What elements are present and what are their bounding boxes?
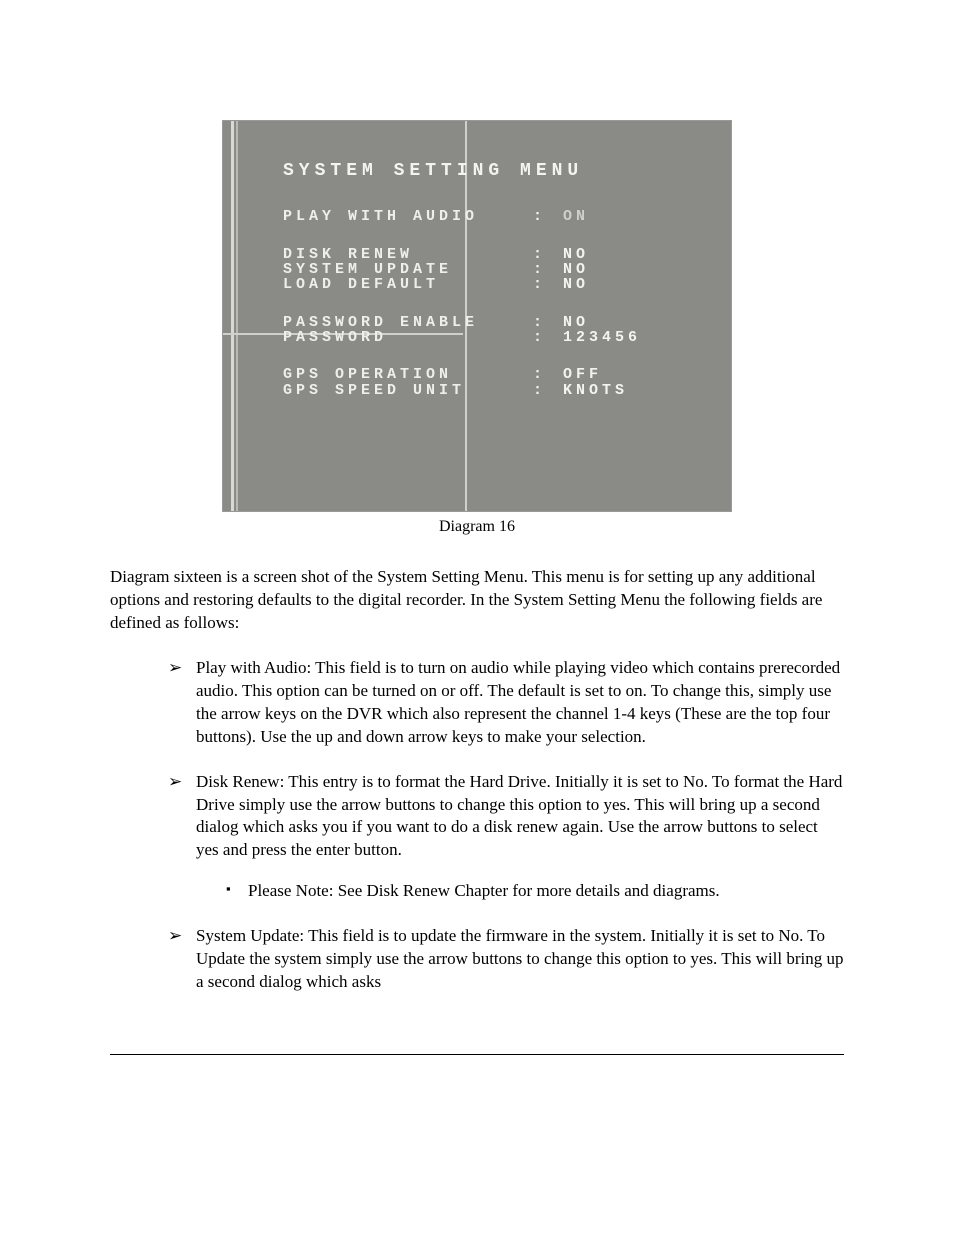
screenshot-figure: SYSTEM SETTING MENU PLAY WITH AUDIO:ONDI… — [222, 120, 732, 512]
osd-colon: : — [533, 209, 563, 225]
sub-note-list: Please Note: See Disk Renew Chapter for … — [226, 880, 844, 903]
osd-colon: : — [533, 277, 563, 292]
osd-row: GPS SPEED UNIT:KNOTS — [283, 383, 691, 398]
osd-row: PASSWORD ENABLE:NO — [283, 315, 691, 330]
osd-row: LOAD DEFAULT:NO — [283, 277, 691, 292]
osd-colon: : — [533, 315, 563, 330]
osd-row: GPS OPERATION:OFF — [283, 367, 691, 382]
osd-row-label: LOAD DEFAULT — [283, 277, 533, 292]
osd-row: SYSTEM UPDATE:NO — [283, 262, 691, 277]
osd-row-label: PLAY WITH AUDIO — [283, 209, 533, 225]
osd-colon: : — [533, 330, 563, 345]
osd-row: DISK RENEW:NO — [283, 247, 691, 262]
field-definition-text: Disk Renew: This entry is to format the … — [196, 772, 842, 860]
osd-row-label: GPS OPERATION — [283, 367, 533, 382]
osd-row-value: KNOTS — [563, 383, 628, 398]
intro-paragraph: Diagram sixteen is a screen shot of the … — [110, 566, 844, 635]
osd-row-value: NO — [563, 315, 589, 330]
osd-row-value: 123456 — [563, 330, 641, 345]
osd-row-value: NO — [563, 277, 589, 292]
field-definition-item: Disk Renew: This entry is to format the … — [168, 771, 844, 904]
osd-row: PLAY WITH AUDIO:ON — [283, 209, 691, 225]
document-page: SYSTEM SETTING MENU PLAY WITH AUDIO:ONDI… — [0, 0, 954, 1135]
field-definition-item: System Update: This field is to update t… — [168, 925, 844, 994]
osd-row-label: GPS SPEED UNIT — [283, 383, 533, 398]
osd-group: GPS OPERATION:OFFGPS SPEED UNIT:KNOTS — [283, 367, 691, 398]
figure-caption: Diagram 16 — [110, 518, 844, 536]
osd-group: DISK RENEW:NOSYSTEM UPDATE:NOLOAD DEFAUL… — [283, 247, 691, 293]
osd-colon: : — [533, 262, 563, 277]
osd-row-label: PASSWORD ENABLE — [283, 315, 533, 330]
osd-row-value: OFF — [563, 367, 602, 382]
field-definition-text: System Update: This field is to update t… — [196, 926, 844, 991]
osd-row: PASSWORD:123456 — [283, 330, 691, 345]
osd-row-value: NO — [563, 262, 589, 277]
field-definition-text: Play with Audio: This field is to turn o… — [196, 658, 840, 746]
osd-screenshot: SYSTEM SETTING MENU PLAY WITH AUDIO:ONDI… — [222, 120, 732, 512]
osd-row-label: PASSWORD — [283, 330, 533, 345]
osd-colon: : — [533, 383, 563, 398]
osd-row-label: DISK RENEW — [283, 247, 533, 262]
footer-rule — [110, 1054, 844, 1055]
osd-group: PASSWORD ENABLE:NOPASSWORD:123456 — [283, 315, 691, 346]
osd-row-label: SYSTEM UPDATE — [283, 262, 533, 277]
osd-row-value: NO — [563, 247, 589, 262]
osd-row-value: ON — [563, 209, 589, 225]
field-definition-item: Play with Audio: This field is to turn o… — [168, 657, 844, 749]
osd-group: PLAY WITH AUDIO:ON — [283, 209, 691, 225]
field-definition-list: Play with Audio: This field is to turn o… — [168, 657, 844, 994]
osd-colon: : — [533, 367, 563, 382]
osd-colon: : — [533, 247, 563, 262]
sub-note-item: Please Note: See Disk Renew Chapter for … — [226, 880, 844, 903]
osd-title: SYSTEM SETTING MENU — [283, 161, 691, 181]
